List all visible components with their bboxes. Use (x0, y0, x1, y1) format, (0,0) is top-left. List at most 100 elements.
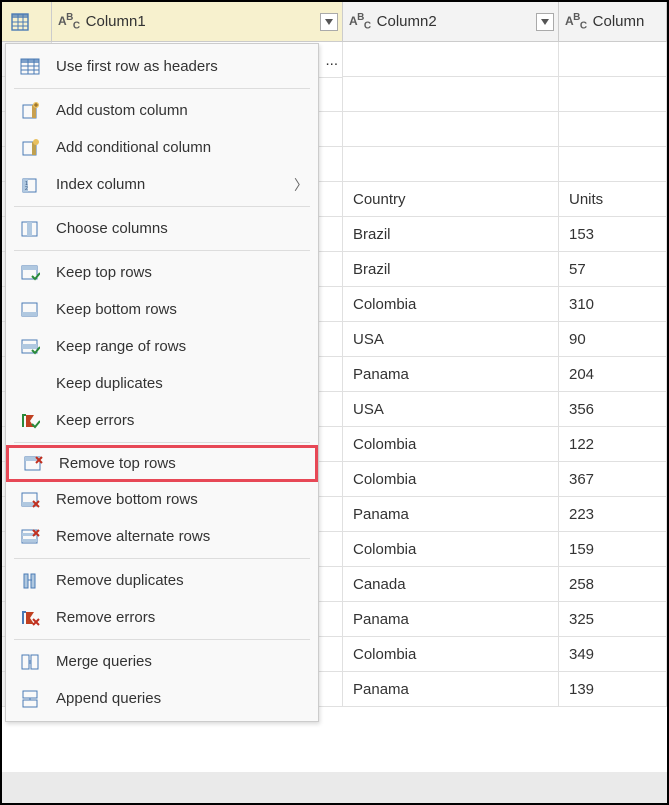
cell-col2: USA (343, 392, 559, 426)
text-type-icon: ABC (565, 12, 587, 31)
menu-label: Keep bottom rows (56, 301, 177, 318)
menu-label: Remove top rows (59, 455, 176, 472)
menu-label: Merge queries (56, 653, 152, 670)
menu-separator (14, 639, 310, 640)
cell-col2: Panama (343, 672, 559, 706)
table-corner-button[interactable] (2, 2, 52, 41)
cell-col3 (559, 42, 667, 76)
cell-col2 (343, 42, 559, 76)
cell-col2: Panama (343, 357, 559, 391)
menu-label: Use first row as headers (56, 58, 218, 75)
menu-label: Keep duplicates (56, 375, 163, 392)
menu-keep-top-rows[interactable]: Keep top rows (6, 254, 318, 291)
cell-col2: Colombia (343, 637, 559, 671)
cell-col2 (343, 77, 559, 111)
cell-col3: 310 (559, 287, 667, 321)
footer-bar (2, 772, 667, 803)
cell-col2: Country (343, 182, 559, 216)
remove-duplicates-icon (18, 569, 42, 593)
cell-col2: Brazil (343, 252, 559, 286)
index-column-icon: 12 (18, 173, 42, 197)
cell-col2: Colombia (343, 427, 559, 461)
cell-col2 (343, 112, 559, 146)
conditional-column-icon (18, 136, 42, 160)
menu-remove-errors[interactable]: Remove errors (6, 599, 318, 636)
column-name: Column (593, 13, 645, 30)
menu-keep-duplicates[interactable]: Keep duplicates (6, 365, 318, 402)
cell-col2: Colombia (343, 287, 559, 321)
add-column-icon (18, 99, 42, 123)
menu-remove-alternate-rows[interactable]: Remove alternate rows (6, 518, 318, 555)
keep-top-icon (18, 261, 42, 285)
text-type-icon: ABC (349, 12, 371, 31)
menu-separator (14, 442, 310, 443)
cell-col2: Colombia (343, 462, 559, 496)
column-filter-dropdown[interactable] (536, 13, 554, 31)
svg-text:2: 2 (25, 186, 28, 192)
cell-col3: Units (559, 182, 667, 216)
cell-col2 (343, 147, 559, 181)
menu-separator (14, 558, 310, 559)
keep-duplicates-icon (18, 372, 42, 396)
menu-remove-duplicates[interactable]: Remove duplicates (6, 562, 318, 599)
table-icon (8, 10, 32, 34)
column-header-col2[interactable]: ABC Column2 (343, 2, 559, 41)
choose-columns-icon (18, 217, 42, 241)
merge-icon (18, 650, 42, 674)
remove-errors-icon (18, 606, 42, 630)
column-filter-dropdown[interactable] (320, 13, 338, 31)
menu-choose-columns[interactable]: Choose columns (6, 210, 318, 247)
column-header-row: ABC Column1 ABC Column2 ABC Column (2, 2, 667, 42)
cell-col3: 90 (559, 322, 667, 356)
menu-keep-range-rows[interactable]: Keep range of rows (6, 328, 318, 365)
cell-col3: 325 (559, 602, 667, 636)
menu-separator (14, 250, 310, 251)
column-name: Column1 (86, 13, 146, 30)
cell-col3: 153 (559, 217, 667, 251)
remove-top-icon (21, 452, 45, 476)
cell-col3: 223 (559, 497, 667, 531)
cell-col3: 258 (559, 567, 667, 601)
column-header-col3[interactable]: ABC Column (559, 2, 667, 41)
column-name: Column2 (377, 13, 437, 30)
cell-col3 (559, 147, 667, 181)
menu-append-queries[interactable]: Append queries (6, 680, 318, 717)
menu-label: Append queries (56, 690, 161, 707)
cell-col3: 122 (559, 427, 667, 461)
menu-label: Remove errors (56, 609, 155, 626)
menu-remove-bottom-rows[interactable]: Remove bottom rows (6, 481, 318, 518)
cell-col2: USA (343, 322, 559, 356)
cell-col3: 349 (559, 637, 667, 671)
menu-add-conditional-column[interactable]: Add conditional column (6, 129, 318, 166)
menu-index-column[interactable]: 12 Index column 〉 (6, 166, 318, 203)
menu-label: Remove duplicates (56, 572, 184, 589)
truncated-cell: ... (319, 43, 343, 78)
append-icon (18, 687, 42, 711)
cell-col3: 139 (559, 672, 667, 706)
column-header-col1[interactable]: ABC Column1 (52, 2, 343, 41)
headers-icon (18, 55, 42, 79)
cell-col3: 356 (559, 392, 667, 426)
menu-keep-bottom-rows[interactable]: Keep bottom rows (6, 291, 318, 328)
cell-col3: 159 (559, 532, 667, 566)
remove-alternate-icon (18, 525, 42, 549)
menu-label: Keep top rows (56, 264, 152, 281)
menu-use-first-row-headers[interactable]: Use first row as headers (6, 48, 318, 85)
keep-bottom-icon (18, 298, 42, 322)
menu-keep-errors[interactable]: Keep errors (6, 402, 318, 439)
menu-remove-top-rows[interactable]: Remove top rows (6, 445, 318, 482)
menu-add-custom-column[interactable]: Add custom column (6, 92, 318, 129)
menu-label: Keep errors (56, 412, 134, 429)
menu-separator (14, 206, 310, 207)
menu-separator (14, 88, 310, 89)
keep-errors-icon (18, 409, 42, 433)
cell-col2: Brazil (343, 217, 559, 251)
menu-merge-queries[interactable]: Merge queries (6, 643, 318, 680)
menu-label: Remove alternate rows (56, 528, 210, 545)
cell-col3 (559, 112, 667, 146)
cell-col3: 57 (559, 252, 667, 286)
text-type-icon: ABC (58, 12, 80, 31)
menu-label: Remove bottom rows (56, 491, 198, 508)
menu-label: Index column (56, 176, 145, 193)
remove-bottom-icon (18, 488, 42, 512)
